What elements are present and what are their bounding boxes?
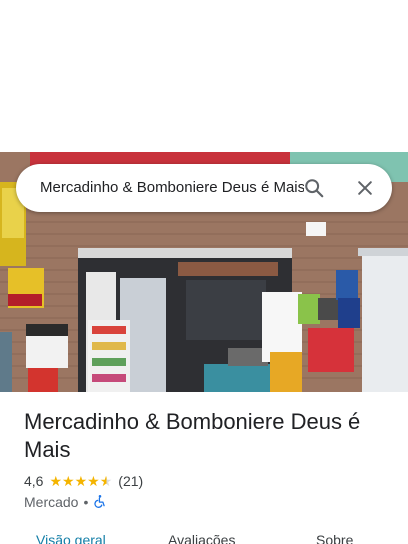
wheelchair-icon [93, 494, 107, 511]
close-icon[interactable] [353, 176, 377, 200]
tab-about[interactable]: Sobre [316, 532, 353, 544]
place-title: Mercadinho & Bomboniere Deus é Mais [24, 409, 361, 462]
tab-reviews[interactable]: Avaliações [168, 532, 235, 544]
separator-dot: • [83, 494, 89, 510]
half-star-icon: ★ [99, 473, 113, 489]
search-icon[interactable] [302, 176, 326, 200]
star-icon: ★ [49, 473, 63, 489]
map-area-blank [0, 0, 408, 152]
search-input[interactable]: Mercadinho & Bomboniere Deus é Mais [40, 164, 304, 212]
tab-bar: Visão geral Avaliações Sobre [0, 528, 408, 544]
star-icon: ★ [87, 473, 100, 489]
tab-overview[interactable]: Visão geral [36, 532, 106, 544]
category-label: Mercado [24, 494, 79, 510]
rating-row[interactable]: 4,6 ★ ★ ★ ★ ★ (21) [24, 471, 143, 491]
star-rating: ★ ★ ★ ★ ★ [49, 474, 112, 488]
star-icon: ★ [62, 473, 75, 489]
category-row: Mercado • [24, 492, 107, 512]
rating-value: 4,6 [24, 473, 44, 489]
star-icon: ★ [74, 473, 88, 489]
search-bar[interactable]: Mercadinho & Bomboniere Deus é Mais [16, 164, 392, 212]
review-count[interactable]: (21) [118, 473, 143, 489]
